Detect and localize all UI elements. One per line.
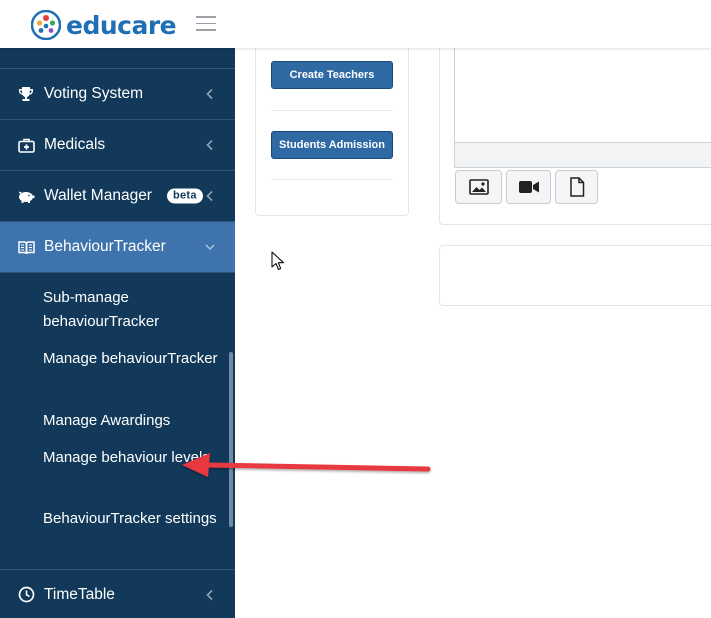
quick-actions-card	[255, 30, 409, 216]
submenu-item-manage-behaviourtracker[interactable]: Manage behaviourTracker	[43, 347, 223, 371]
sidebar-item-medicals[interactable]: Medicals	[0, 120, 235, 171]
sidebar-item-wallet-manager[interactable]: Wallet Manager beta	[0, 171, 235, 222]
sidebar-item-label: Wallet Manager	[44, 187, 152, 204]
chevron-down-icon	[205, 244, 215, 251]
top-header: educare	[0, 0, 711, 48]
submenu-item-sub-manage-behaviourtracker[interactable]: Sub-manage behaviourTracker	[43, 286, 223, 334]
clock-icon	[17, 586, 35, 604]
hamburger-icon[interactable]	[196, 16, 216, 31]
chevron-left-icon	[206, 88, 213, 100]
page: educare Voting System Medicals Wallet Ma…	[0, 0, 711, 618]
image-icon	[468, 179, 489, 195]
annotation-arrow-icon	[182, 453, 431, 477]
sidebar-item-label: Medicals	[44, 136, 106, 153]
submenu-item-manage-awardings[interactable]: Manage Awardings	[43, 409, 223, 433]
sidebar-item-voting-system[interactable]: Voting System	[0, 69, 235, 120]
sidebar-item-label: Voting System	[44, 85, 144, 102]
chevron-left-icon	[206, 589, 213, 600]
sidebar-item-label: BehaviourTracker	[44, 238, 166, 255]
sidebar-item-label: TimeTable	[44, 585, 115, 603]
book-icon	[17, 238, 35, 256]
editor-footer	[454, 142, 711, 168]
divider	[271, 179, 393, 180]
sidebar-item-behaviourtracker[interactable]: BehaviourTracker	[0, 222, 235, 273]
chevron-left-icon	[206, 190, 213, 202]
sidebar-item-timetable[interactable]: TimeTable	[0, 569, 235, 618]
beta-badge: beta	[167, 188, 203, 204]
attach-video-button[interactable]	[506, 170, 551, 204]
piggy-bank-icon	[17, 187, 35, 205]
mouse-cursor-icon	[271, 251, 285, 271]
chevron-left-icon	[206, 139, 213, 151]
divider	[271, 110, 393, 111]
empty-card	[439, 245, 711, 306]
file-icon	[569, 177, 584, 197]
trophy-icon	[17, 85, 35, 103]
submenu-item-behaviourtracker-settings[interactable]: BehaviourTracker settings	[43, 507, 223, 531]
create-teachers-button[interactable]: Create Teachers	[271, 61, 393, 89]
medkit-icon	[17, 136, 35, 154]
video-icon	[518, 181, 539, 193]
attach-image-button[interactable]	[455, 170, 502, 204]
students-admission-button[interactable]: Students Admission	[271, 131, 393, 159]
people-circle-logo-icon	[31, 10, 61, 40]
brand-name: educare	[66, 10, 177, 40]
brand[interactable]: educare	[31, 10, 177, 40]
attach-file-button[interactable]	[555, 170, 598, 204]
sidebar: Voting System Medicals Wallet Manager be…	[0, 48, 235, 618]
sidebar-scrollbar[interactable]	[229, 352, 233, 527]
